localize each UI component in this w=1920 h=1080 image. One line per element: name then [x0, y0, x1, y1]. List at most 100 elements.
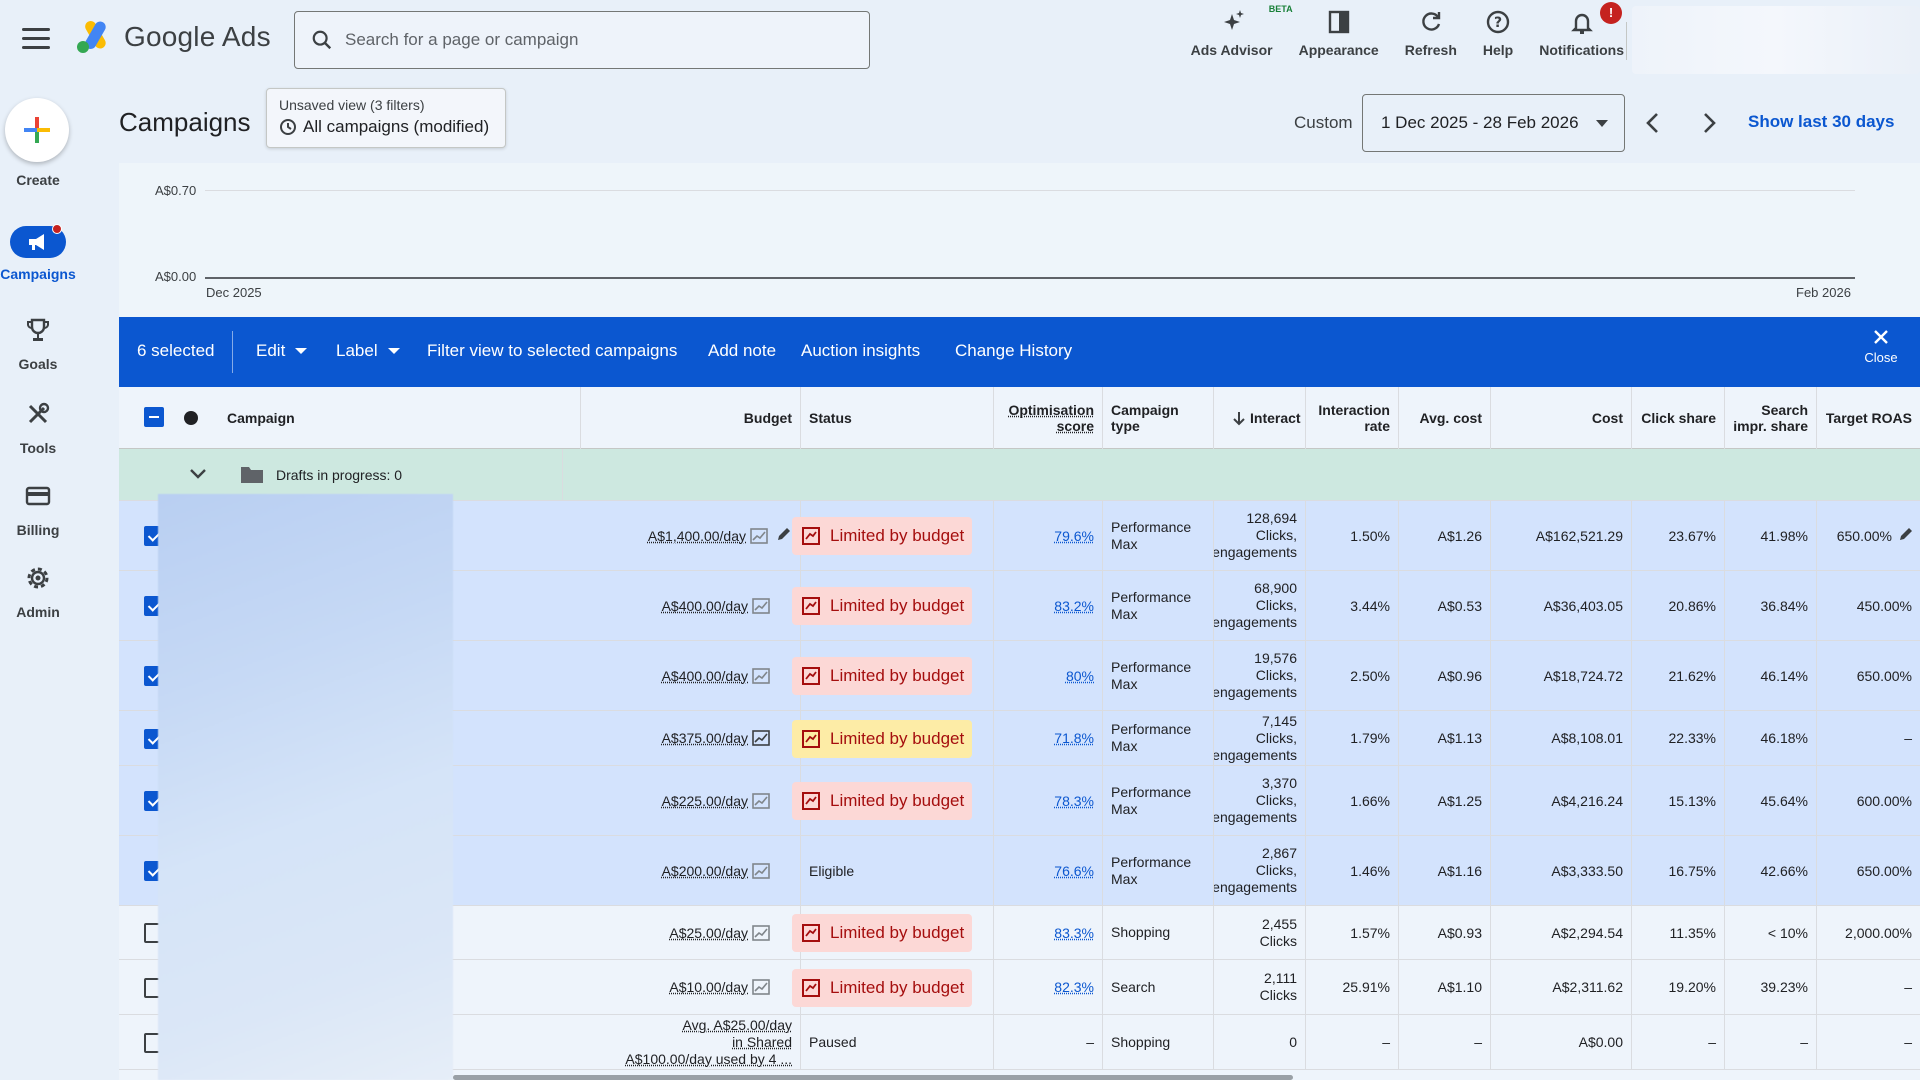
budget-text[interactable]: A$10.00/day [669, 979, 748, 995]
cell-opt-score-text[interactable]: 80% [1066, 668, 1094, 684]
refresh-button[interactable]: Refresh [1405, 8, 1457, 58]
chevron-down-icon[interactable] [189, 467, 207, 481]
cell-budget[interactable]: A$375.00/day [581, 711, 801, 765]
cell-opt-score[interactable]: 79.6% [994, 501, 1103, 570]
close-selection-button[interactable]: Close [1856, 327, 1906, 365]
date-range-select[interactable]: 1 Dec 2025 - 28 Feb 2026 [1362, 94, 1625, 152]
show-last-30-days-link[interactable]: Show last 30 days [1748, 112, 1894, 132]
cell-opt-score-text[interactable]: 82.3% [1054, 979, 1094, 995]
budget-chart-icon[interactable] [752, 730, 770, 746]
google-ads-logo[interactable]: Google Ads [76, 20, 271, 54]
header-avg-cost[interactable]: Avg. cost [1399, 387, 1491, 449]
next-period-icon[interactable] [1694, 108, 1724, 138]
filter-selected-button[interactable]: Filter view to selected campaigns [427, 341, 677, 361]
help-button[interactable]: ? Help [1483, 8, 1513, 58]
limited-by-budget-badge[interactable]: Limited by budget [792, 968, 972, 1007]
header-campaign-type[interactable]: Campaign type [1103, 387, 1214, 449]
limited-by-budget-badge[interactable]: Limited by budget [792, 517, 972, 555]
cell-opt-score[interactable]: 76.6% [994, 836, 1103, 905]
search-input[interactable] [345, 30, 825, 50]
horizontal-scrollbar[interactable] [453, 1075, 1293, 1080]
cell-opt-score[interactable]: 71.8% [994, 711, 1103, 765]
search-box[interactable] [294, 11, 870, 69]
create-button[interactable] [5, 98, 69, 162]
budget-text[interactable]: A$400.00/day [662, 668, 748, 684]
cell-opt-score-text[interactable]: 76.6% [1054, 863, 1094, 879]
cell-budget[interactable]: A$10.00/day [581, 960, 801, 1014]
header-optimisation-score[interactable]: Optimisation score [994, 387, 1103, 449]
view-selector[interactable]: Unsaved view (3 filters) All campaigns (… [266, 88, 506, 148]
cell-budget[interactable]: A$225.00/day [581, 766, 801, 835]
header-click-share[interactable]: Click share [1632, 387, 1725, 449]
change-history-button[interactable]: Change History [955, 341, 1072, 361]
cell-opt-score-text[interactable]: 79.6% [1054, 528, 1094, 544]
budget-text[interactable]: A$375.00/day [662, 730, 748, 746]
appearance-button[interactable]: Appearance [1299, 8, 1379, 58]
limited-by-budget-badge[interactable]: Limited by budget [792, 914, 972, 952]
limited-by-budget-badge[interactable]: Limited by budget [792, 657, 972, 695]
header-campaign[interactable]: Campaign [219, 387, 581, 449]
header-interaction-rate[interactable]: Interaction rate [1306, 387, 1399, 449]
notifications-button[interactable]: ! Notifications [1539, 2, 1624, 58]
label-menu-button[interactable]: Label [336, 341, 400, 361]
cell-opt-score[interactable]: 83.3% [994, 906, 1103, 959]
budget-text[interactable]: A$200.00/day [662, 863, 748, 879]
cell-opt-score[interactable]: – [994, 1015, 1103, 1069]
budget-text[interactable]: A$100.00/day used by 4 ... [625, 1051, 792, 1068]
cell-budget[interactable]: A$1,400.00/day [581, 501, 801, 570]
header-budget[interactable]: Budget [581, 387, 801, 449]
cell-opt-score-text[interactable]: 83.2% [1054, 598, 1094, 614]
nav-item-billing[interactable]: Billing [0, 480, 76, 540]
add-note-button[interactable]: Add note [708, 341, 776, 361]
cell-budget[interactable]: A$25.00/day [581, 906, 801, 959]
budget-chart-off-icon[interactable] [752, 924, 770, 941]
budget-text[interactable]: A$25.00/day [669, 925, 748, 941]
prev-period-icon[interactable] [1638, 108, 1668, 138]
ads-advisor-button[interactable]: BETA Ads Advisor [1191, 4, 1293, 58]
header-target-roas[interactable]: Target ROAS [1817, 387, 1920, 449]
cell-opt-score[interactable]: 82.3% [994, 960, 1103, 1014]
nav-item-tools[interactable]: Tools [0, 398, 76, 458]
limited-by-budget-badge[interactable]: Limited by budget [792, 587, 972, 625]
edit-pencil-icon[interactable] [776, 526, 792, 545]
header-search-impr-share[interactable]: Search impr. share [1725, 387, 1817, 449]
budget-text[interactable]: A$400.00/day [662, 598, 748, 614]
cell-budget[interactable]: A$200.00/day [581, 836, 801, 905]
cell-opt-score-text[interactable]: – [1086, 1034, 1094, 1050]
auction-insights-button[interactable]: Auction insights [801, 341, 920, 361]
header-interactions[interactable]: Interact [1214, 387, 1306, 449]
header-cost[interactable]: Cost [1491, 387, 1632, 449]
budget-chart-off-icon[interactable] [752, 862, 770, 879]
cell-budget[interactable]: Avg. A$25.00/day in Shared A$100.00/day us… [581, 1015, 801, 1069]
budget-text[interactable]: A$225.00/day [662, 793, 748, 809]
account-area[interactable] [1632, 6, 1920, 74]
header-status[interactable]: Status [801, 387, 994, 449]
budget-text[interactable]: Avg. A$25.00/day [683, 1017, 793, 1034]
nav-item-goals[interactable]: Goals [0, 314, 76, 374]
limited-by-budget-badge[interactable]: Limited by budget [792, 719, 972, 758]
status-column-icon[interactable] [184, 411, 198, 425]
menu-icon[interactable] [22, 28, 50, 50]
cell-opt-score[interactable]: 78.3% [994, 766, 1103, 835]
edit-menu-button[interactable]: Edit [256, 341, 308, 361]
cell-opt-score[interactable]: 83.2% [994, 571, 1103, 640]
budget-chart-off-icon[interactable] [752, 667, 770, 684]
select-all-checkbox[interactable] [144, 407, 164, 427]
cell-opt-score-text[interactable]: 83.3% [1054, 925, 1094, 941]
cell-opt-score-text[interactable]: 78.3% [1054, 793, 1094, 809]
cell-cost-text: A$2,294.54 [1551, 924, 1623, 941]
budget-chart-off-icon[interactable] [750, 527, 768, 544]
cell-budget[interactable]: A$400.00/day [581, 571, 801, 640]
limited-by-budget-badge[interactable]: Limited by budget [792, 782, 972, 820]
nav-item-campaigns[interactable]: Campaigns [0, 224, 76, 286]
budget-chart-off-icon[interactable] [752, 792, 770, 809]
cell-opt-score-text[interactable]: 71.8% [1054, 730, 1094, 746]
edit-pencil-icon[interactable] [1898, 526, 1914, 545]
budget-chart-off-icon[interactable] [752, 597, 770, 614]
budget-text[interactable]: A$1,400.00/day [648, 528, 746, 544]
nav-item-admin[interactable]: Admin [0, 562, 76, 622]
budget-chart-off-icon[interactable] [752, 979, 770, 995]
cell-opt-score[interactable]: 80% [994, 641, 1103, 710]
cell-budget[interactable]: A$400.00/day [581, 641, 801, 710]
budget-text[interactable]: in Shared [732, 1034, 792, 1051]
